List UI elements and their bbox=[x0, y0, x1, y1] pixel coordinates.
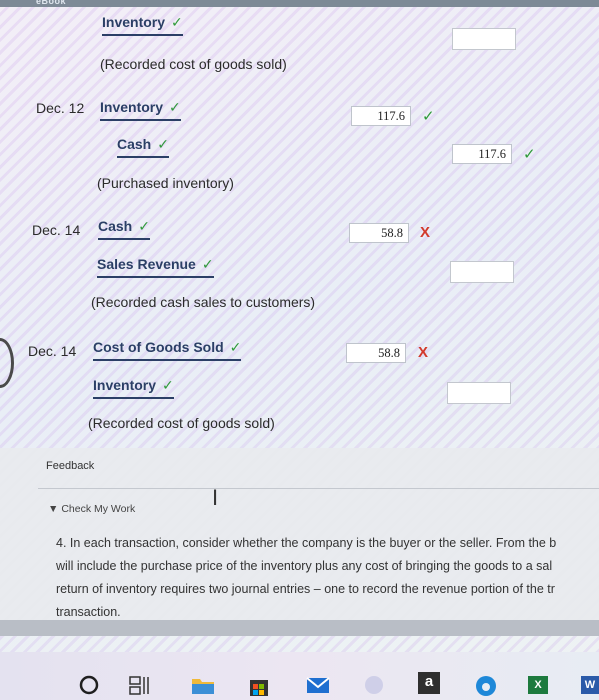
debit-amount-entry-3[interactable]: 58.8 bbox=[346, 343, 406, 363]
check-icon: ✓ bbox=[201, 256, 214, 272]
feedback-text: 4. In each transaction, consider whether… bbox=[56, 532, 599, 624]
feedback-title: Feedback bbox=[46, 460, 95, 472]
feedback-panel: Feedback I ▼ Check My Work 4. In each tr… bbox=[0, 448, 599, 620]
check-icon: ✓ bbox=[157, 136, 169, 152]
store-bag-icon[interactable] bbox=[247, 674, 271, 698]
date-entry-2: Dec. 14 bbox=[32, 222, 81, 238]
text-cursor-icon: I bbox=[212, 485, 219, 510]
feedback-line: will include the purchase price of the i… bbox=[56, 559, 553, 573]
browser-top-bar: eBook bbox=[0, 0, 599, 7]
incorrect-x-icon: X bbox=[418, 344, 429, 361]
teams-icon[interactable] bbox=[362, 674, 386, 696]
word-icon[interactable]: W bbox=[581, 676, 599, 694]
amount-input-entry-0[interactable] bbox=[452, 28, 516, 50]
correct-check-icon: ✓ bbox=[422, 108, 435, 125]
amazon-icon[interactable]: a bbox=[418, 672, 440, 694]
date-entry-1: Dec. 12 bbox=[36, 100, 85, 116]
check-icon: ✓ bbox=[169, 99, 181, 115]
credit-amount-entry-2[interactable] bbox=[450, 261, 514, 283]
debit-account-entry-3[interactable]: Cost of Goods Sold ✓ bbox=[93, 339, 242, 361]
excel-icon[interactable]: X bbox=[528, 676, 548, 694]
scroll-handle-partial[interactable] bbox=[0, 338, 14, 388]
debit-account-entry-0[interactable]: Inventory ✓ bbox=[102, 14, 183, 36]
credit-amount-entry-3[interactable] bbox=[447, 382, 511, 404]
credit-account-entry-2[interactable]: Sales Revenue ✓ bbox=[97, 256, 214, 278]
memo-entry-2: (Recorded cash sales to customers) bbox=[91, 294, 316, 310]
start-search-circle-icon[interactable] bbox=[78, 674, 100, 696]
check-icon: ✓ bbox=[171, 14, 183, 30]
date-entry-3: Dec. 14 bbox=[28, 343, 77, 359]
feedback-divider bbox=[38, 488, 599, 489]
memo-entry-0: (Recorded cost of goods sold) bbox=[100, 56, 287, 72]
incorrect-x-icon: X bbox=[420, 224, 431, 241]
edge-browser-icon[interactable] bbox=[474, 674, 498, 698]
credit-account-entry-1[interactable]: Cash ✓ bbox=[117, 136, 169, 158]
horizontal-scrollbar[interactable] bbox=[0, 620, 599, 636]
feedback-line: 4. In each transaction, consider whether… bbox=[56, 536, 557, 550]
feedback-line: return of inventory requires two journal… bbox=[56, 582, 555, 596]
debit-account-entry-2[interactable]: Cash ✓ bbox=[98, 218, 150, 240]
triangle-down-icon: ▼ bbox=[48, 503, 59, 515]
file-explorer-icon[interactable] bbox=[190, 674, 216, 696]
credit-account-entry-3[interactable]: Inventory ✓ bbox=[93, 377, 174, 399]
mail-envelope-icon[interactable] bbox=[305, 674, 331, 696]
credit-amount-entry-1[interactable]: 117.6 bbox=[452, 144, 512, 164]
debit-amount-entry-1[interactable]: 117.6 bbox=[351, 106, 411, 126]
task-view-icon[interactable] bbox=[128, 674, 152, 696]
check-icon: ✓ bbox=[138, 218, 150, 234]
ebook-label[interactable]: eBook bbox=[36, 0, 66, 6]
check-icon: ✓ bbox=[162, 377, 174, 393]
correct-check-icon: ✓ bbox=[523, 146, 536, 163]
memo-entry-1: (Purchased inventory) bbox=[97, 175, 234, 191]
memo-entry-3: (Recorded cost of goods sold) bbox=[88, 415, 275, 431]
check-my-work-toggle[interactable]: ▼ Check My Work bbox=[48, 503, 135, 515]
debit-account-entry-1[interactable]: Inventory ✓ bbox=[100, 99, 181, 121]
check-icon: ✓ bbox=[229, 339, 242, 355]
debit-amount-entry-2[interactable]: 58.8 bbox=[349, 223, 409, 243]
